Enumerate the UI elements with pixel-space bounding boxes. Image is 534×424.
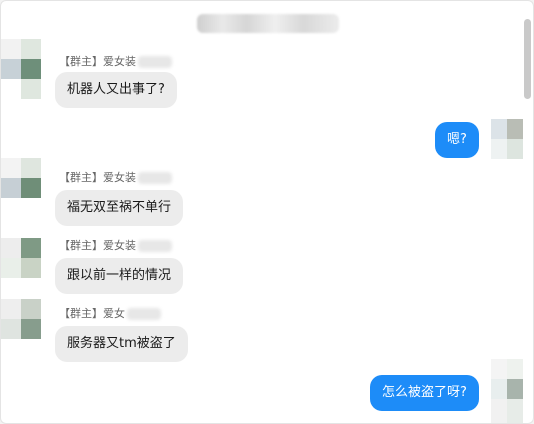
avatar-self[interactable] xyxy=(491,119,523,159)
blurred-name xyxy=(138,172,172,184)
sender-name: 【群主】爱女装 xyxy=(59,53,172,69)
blurred-name xyxy=(138,240,172,252)
message-bubble-incoming: 服务器又tm被盗了 xyxy=(55,326,188,362)
scrollbar-thumb[interactable] xyxy=(524,19,531,99)
avatar-self[interactable] xyxy=(491,359,523,423)
sender-name: 【群主】爱女 xyxy=(59,305,161,321)
avatar[interactable] xyxy=(1,299,41,339)
message-bubble-outgoing: 嗯? xyxy=(435,122,479,158)
avatar[interactable] xyxy=(1,238,41,278)
message-bubble-incoming: 跟以前一样的情况 xyxy=(55,258,184,294)
chat-window: 【群主】爱女装 机器人又出事了? 嗯? 【群主】爱女装 福无双至祸不单行 【群主… xyxy=(0,0,534,424)
blurred-name xyxy=(127,308,161,320)
avatar[interactable] xyxy=(1,39,41,79)
sender-name: 【群主】爱女装 xyxy=(59,169,172,185)
message-bubble-incoming: 机器人又出事了? xyxy=(55,72,177,108)
sender-name: 【群主】爱女装 xyxy=(59,237,172,253)
blurred-chat-title xyxy=(197,14,339,33)
blurred-name xyxy=(138,56,172,68)
avatar[interactable] xyxy=(1,158,41,198)
message-bubble-outgoing: 怎么被盗了呀? xyxy=(370,375,479,411)
avatar-extension xyxy=(1,79,41,99)
message-bubble-incoming: 福无双至祸不单行 xyxy=(55,190,184,226)
